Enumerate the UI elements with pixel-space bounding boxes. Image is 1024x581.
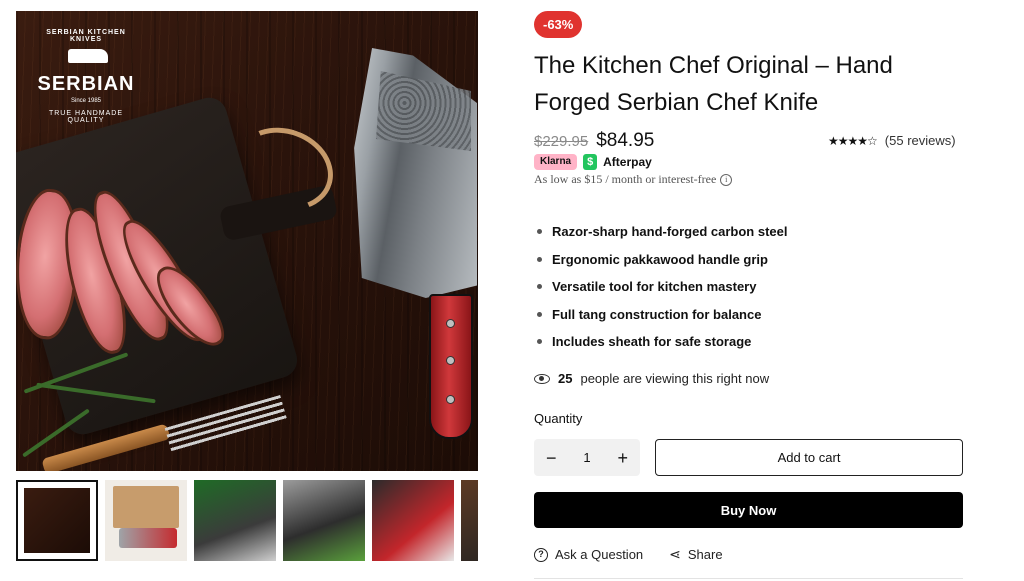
star-rating-icon: ★★★★☆ [828,133,878,148]
thumbnail-2[interactable] [105,480,187,561]
buy-now-button[interactable]: Buy Now [534,492,963,528]
payment-options: Klarna $ Afterpay [534,153,652,171]
ask-question-link[interactable]: ? Ask a Question [534,546,643,563]
share-link[interactable]: ⋖ Share [669,546,722,563]
feature-item: Includes sheath for safe storage [534,328,787,356]
logo-brand: SERBIAN [37,73,135,95]
eye-icon [534,373,550,384]
feature-item: Full tang construction for balance [534,301,787,329]
installment-info: As low as $15 / month or interest-free i [534,172,733,187]
bullet-icon [537,229,542,235]
thumbnail-4[interactable] [283,480,365,561]
quantity-input[interactable]: 1 [583,450,590,465]
afterpay-label: Afterpay [603,155,652,169]
quantity-label: Quantity [534,411,583,426]
bullet-icon [537,284,542,290]
feature-text: Razor-sharp hand-forged carbon steel [552,224,788,240]
divider [534,578,963,579]
handle-rivet [446,319,455,328]
bullet-icon [537,339,542,345]
thumbnail-5[interactable] [372,480,454,561]
review-count[interactable]: (55 reviews) [885,133,956,148]
knife-handle [429,294,473,439]
decrease-quantity-button[interactable]: − [546,449,557,467]
live-viewers: 25 people are viewing this right now [534,371,769,386]
feature-item: Ergonomic pakkawood handle grip [534,246,787,274]
logo-arc-bottom: TRUE HANDMADE QUALITY [48,110,124,124]
thumbnail-3[interactable] [194,480,276,561]
thumbnail-box [113,486,179,528]
increase-quantity-button[interactable]: + [617,449,628,467]
sale-price: $84.95 [596,130,655,151]
price-row: $229.95 $84.95 [534,130,654,154]
feature-item: Versatile tool for kitchen mastery [534,273,787,301]
feature-text: Includes sheath for safe storage [552,334,752,350]
logo-subtitle: Since 1985 [70,98,102,104]
handle-rivet [446,356,455,365]
thumbnail-1[interactable] [16,480,98,561]
product-main-image[interactable]: SERBIAN KITCHEN KNIVES SERBIAN Since 198… [16,11,478,471]
original-price: $229.95 [534,133,589,150]
viewers-text: people are viewing this right now [580,371,770,386]
thumbnail-6[interactable] [461,480,478,561]
brand-logo: SERBIAN KITCHEN KNIVES SERBIAN Since 198… [30,25,142,124]
logo-cleaver-icon [68,49,108,63]
question-icon: ? [534,547,548,562]
product-actions: ? Ask a Question ⋖ Share [534,546,723,563]
share-icon: ⋖ [669,546,681,562]
thumbnail-strip [16,480,478,561]
product-rating[interactable]: ★★★★☆ (55 reviews) [828,133,956,148]
installment-text: As low as $15 / month or interest-free [534,172,717,186]
feature-text: Full tang construction for balance [552,306,762,322]
klarna-badge: Klarna [534,154,578,170]
share-label: Share [687,547,723,562]
feature-text: Ergonomic pakkawood handle grip [552,251,768,267]
feature-list: Razor-sharp hand-forged carbon steel Erg… [534,218,787,356]
thumbnail-knife [119,528,177,548]
thumbnail-1-image [24,488,90,553]
handle-rivet [446,395,455,404]
add-to-cart-button[interactable]: Add to cart [655,439,963,476]
feature-text: Versatile tool for kitchen mastery [552,279,757,295]
logo-arc-top: SERBIAN KITCHEN KNIVES [46,29,126,43]
viewers-count: 25 [558,371,573,386]
bullet-icon [537,256,542,262]
quantity-stepper: − 1 + [534,439,640,476]
info-icon[interactable]: i [720,173,733,186]
product-title: The Kitchen Chef Original – Hand Forged … [534,52,893,116]
knife-forged-texture [376,71,471,151]
discount-badge: -63% [534,11,583,38]
bullet-icon [537,311,542,317]
ask-question-label: Ask a Question [555,547,644,562]
afterpay-icon: $ [583,154,598,170]
feature-item: Razor-sharp hand-forged carbon steel [534,218,787,246]
